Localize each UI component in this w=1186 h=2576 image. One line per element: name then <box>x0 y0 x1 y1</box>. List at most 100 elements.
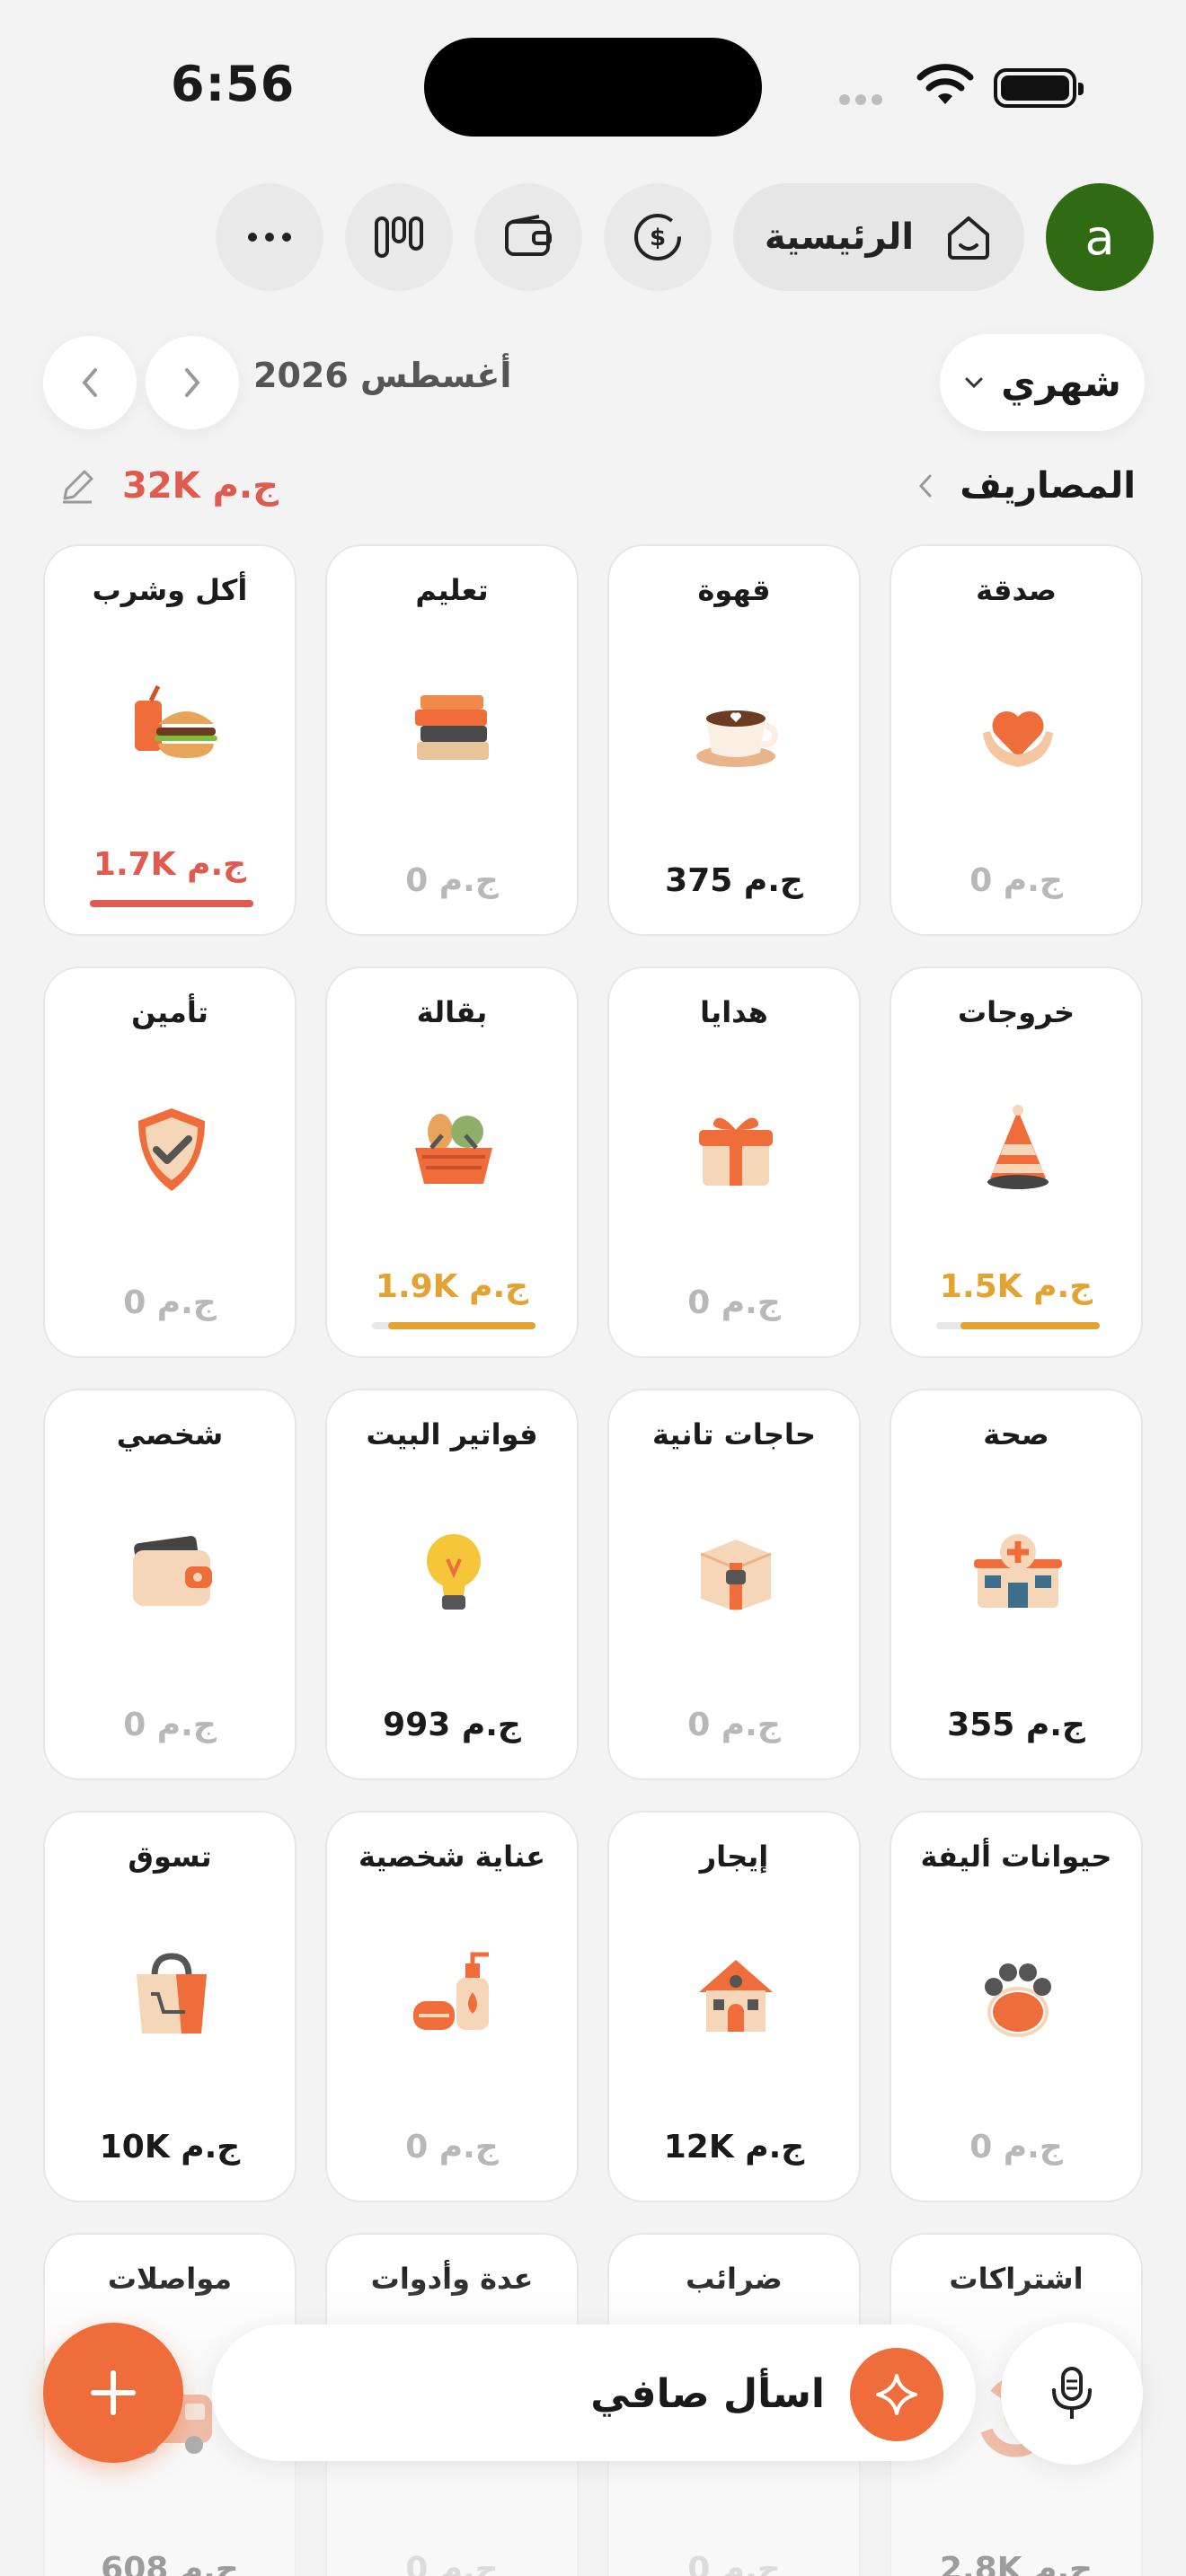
current-month: أغسطس 2026 <box>253 356 512 395</box>
expenses-total-row: 32K ج.م <box>58 465 279 507</box>
category-name: صحة <box>983 1417 1049 1451</box>
category-name: شخصي <box>116 1417 224 1451</box>
period-mode-label: شهري <box>1001 360 1121 405</box>
wifi-icon <box>916 64 974 104</box>
category-card[interactable]: قهوة 375 ج.م <box>607 544 861 936</box>
category-name: قهوة <box>697 573 771 607</box>
category-amount: 0 ج.م <box>969 2129 1063 2166</box>
voice-input-button[interactable] <box>1001 2323 1143 2465</box>
category-name: إيجار <box>699 1839 769 1874</box>
category-name: ضرائب <box>686 2262 783 2296</box>
category-amount: 0 ج.م <box>687 1284 781 1321</box>
budget-progress-bar <box>90 900 253 907</box>
category-card[interactable]: أكل وشرب 1.7K ج.م <box>43 544 296 936</box>
cosmetics-icon <box>413 1952 489 2030</box>
ask-assistant-label: اسأل صافي <box>590 2371 825 2417</box>
gift-icon <box>699 1117 773 1186</box>
shield-check-icon <box>138 1108 205 1191</box>
home-tab-label: الرئيسية <box>764 216 915 258</box>
hospital-icon <box>974 1534 1062 1608</box>
expenses-header[interactable]: المصاريف <box>918 465 1136 507</box>
category-amount: 0 ج.م <box>123 1707 217 1743</box>
category-amount: 2.8K ج.م <box>939 2551 1093 2576</box>
category-card[interactable]: صحة 355 ج.م <box>890 1389 1143 1780</box>
category-card[interactable]: حاجات تانية 0 ج.م <box>607 1389 861 1780</box>
category-card[interactable]: فواتير البيت 993 ج.م <box>325 1389 579 1780</box>
ask-assistant-input[interactable]: اسأل صافي <box>212 2325 976 2461</box>
wallet-icon <box>505 215 552 256</box>
sparkle-icon <box>850 2348 943 2441</box>
currency-button[interactable]: $ <box>604 183 712 291</box>
category-card[interactable]: شخصي 0 ج.م <box>43 1389 296 1780</box>
category-name: هدايا <box>700 995 768 1029</box>
category-name: تأمين <box>131 995 208 1029</box>
category-card[interactable]: بقالة 1.9K ج.م <box>325 966 579 1358</box>
category-amount: 1.7K ج.م <box>93 846 247 883</box>
battery-icon <box>994 68 1084 108</box>
home-tab[interactable]: الرئيسية <box>733 183 1024 291</box>
chevron-left-icon <box>919 474 932 498</box>
expenses-title: المصاريف <box>960 465 1136 507</box>
wallet-button[interactable] <box>474 183 582 291</box>
category-amount: 0 ج.م <box>405 862 499 899</box>
category-name: مواصلات <box>107 2262 233 2296</box>
expenses-total: 32K ج.م <box>122 465 279 507</box>
category-card[interactable]: صدقة 0 ج.م <box>890 544 1143 936</box>
category-name: عدة وأدوات <box>370 2262 534 2296</box>
dynamic-island <box>424 38 762 137</box>
category-amount: 0 ج.م <box>405 2129 499 2166</box>
cellular-signal-icon <box>839 92 902 105</box>
light-bulb-icon <box>427 1534 481 1610</box>
next-month-button[interactable] <box>146 336 239 429</box>
category-card[interactable]: إيجار 12K ج.م <box>607 1811 861 2202</box>
category-amount: 0 ج.م <box>405 2551 499 2576</box>
box-icon <box>700 1539 772 1611</box>
category-name: تسوق <box>128 1839 212 1874</box>
category-card[interactable]: حيوانات أليفة 0 ج.م <box>890 1811 1143 2202</box>
category-card[interactable]: تعليم 0 ج.م <box>325 544 579 936</box>
category-amount: 12K ج.م <box>663 2129 805 2166</box>
chevron-down-icon <box>965 377 983 389</box>
category-name: حاجات تانية <box>652 1417 816 1451</box>
more-icon <box>248 233 291 242</box>
category-amount: 608 ج.م <box>101 2551 239 2576</box>
category-card[interactable]: هدايا 0 ج.م <box>607 966 861 1358</box>
category-name: صدقة <box>976 573 1057 607</box>
status-bar: 6:56 <box>0 0 1186 171</box>
category-amount: 1.5K ج.م <box>939 1268 1093 1305</box>
svg-text:$: $ <box>650 225 666 251</box>
category-name: بقالة <box>416 995 488 1029</box>
category-card[interactable]: خروجات 1.5K ج.م <box>890 966 1143 1358</box>
category-name: تعليم <box>415 573 489 607</box>
category-amount: 0 ج.م <box>687 2551 781 2576</box>
category-amount: 0 ج.م <box>687 1707 781 1743</box>
grocery-basket-icon <box>415 1114 492 1184</box>
shopping-bag-icon <box>137 1953 207 2033</box>
party-hat-icon <box>987 1105 1049 1189</box>
category-amount: 10K ج.م <box>99 2129 241 2166</box>
budget-progress-fill <box>960 1322 1100 1329</box>
category-card[interactable]: عناية شخصية 0 ج.م <box>325 1811 579 2202</box>
period-dropdown[interactable]: شهري <box>940 334 1145 431</box>
chevron-right-icon <box>185 368 200 397</box>
budget-board-button[interactable] <box>345 183 453 291</box>
category-name: أكل وشرب <box>92 573 248 607</box>
budget-progress-fill <box>388 1322 535 1329</box>
coffee-cup-icon <box>696 710 779 767</box>
category-card[interactable]: تسوق 10K ج.م <box>43 1811 296 2202</box>
add-expense-button[interactable] <box>43 2323 183 2463</box>
category-name: حيوانات أليفة <box>920 1839 1112 1874</box>
more-button[interactable] <box>216 183 323 291</box>
chevron-left-icon <box>82 368 97 397</box>
category-name: عناية شخصية <box>358 1839 546 1874</box>
house-icon <box>699 1960 773 2032</box>
avatar[interactable]: a <box>1046 183 1154 291</box>
edit-icon[interactable] <box>58 466 97 506</box>
columns-icon <box>375 216 423 258</box>
hands-heart-icon <box>983 710 1053 767</box>
category-name: خروجات <box>957 995 1075 1029</box>
category-name: فواتير البيت <box>366 1417 538 1451</box>
category-card[interactable]: تأمين 0 ج.م <box>43 966 296 1358</box>
books-icon <box>415 695 489 760</box>
previous-month-button[interactable] <box>43 336 137 429</box>
